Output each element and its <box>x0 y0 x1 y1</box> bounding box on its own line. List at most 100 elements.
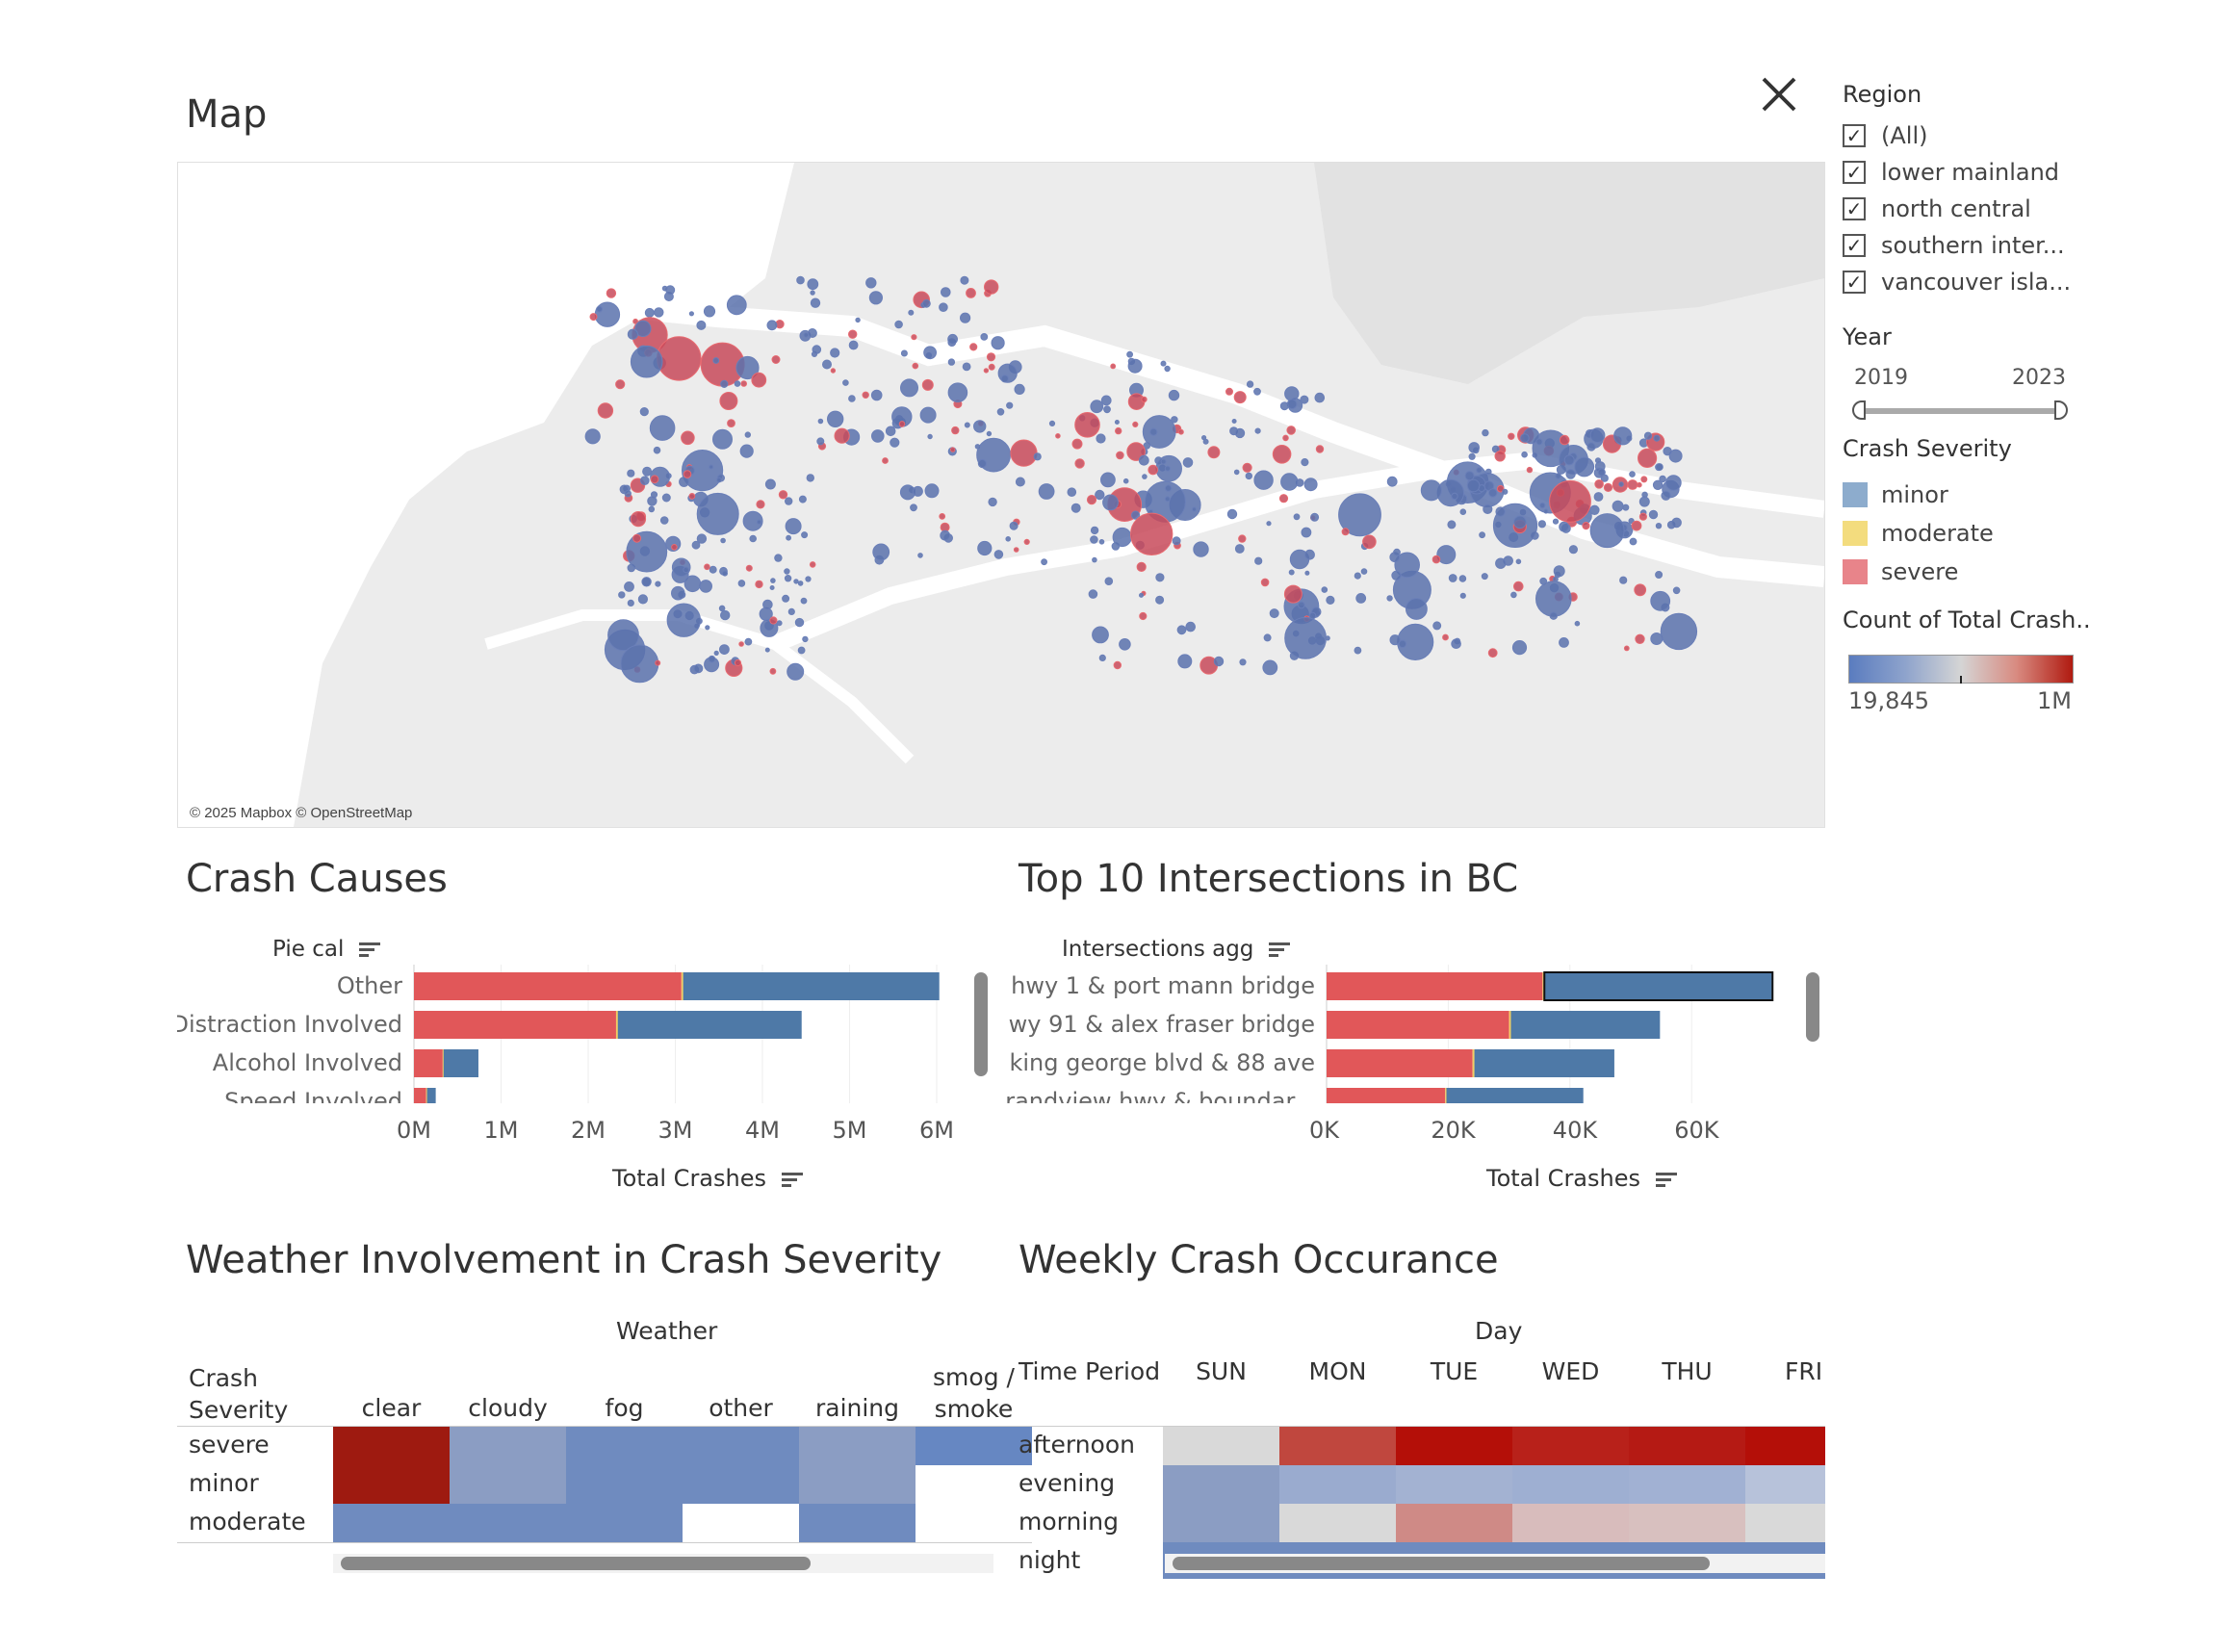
column-label[interactable]: other <box>683 1394 799 1422</box>
crash-point[interactable] <box>1164 484 1173 492</box>
crash-point[interactable] <box>769 616 778 625</box>
region-option-lower-mainland[interactable]: ✓ lower mainland <box>1843 154 2189 191</box>
crash-point[interactable] <box>785 518 802 535</box>
crash-point[interactable] <box>771 355 781 364</box>
crash-point[interactable] <box>708 655 716 663</box>
crash-point[interactable] <box>1638 496 1650 507</box>
crash-point[interactable] <box>1253 387 1261 396</box>
crash-point[interactable] <box>1245 472 1253 480</box>
crash-point[interactable] <box>900 378 918 398</box>
crash-point[interactable] <box>966 288 976 298</box>
heatmap-cell[interactable] <box>1745 1504 1825 1542</box>
checkbox-checked-icon[interactable]: ✓ <box>1843 234 1866 257</box>
column-label[interactable]: SUN <box>1163 1357 1279 1385</box>
heatmap-cell[interactable] <box>1163 1465 1279 1504</box>
crash-point[interactable] <box>1671 517 1682 529</box>
crash-point[interactable] <box>1055 433 1061 439</box>
crash-point[interactable] <box>1574 620 1581 627</box>
crash-point[interactable] <box>1304 549 1315 560</box>
crash-point[interactable] <box>862 391 869 400</box>
category-label[interactable]: Alcohol Involved <box>213 1049 402 1076</box>
crash-point[interactable] <box>720 379 729 388</box>
crash-point[interactable] <box>1634 583 1647 597</box>
crash-point[interactable] <box>786 534 791 541</box>
sort-icon[interactable] <box>1268 940 1290 960</box>
crash-point[interactable] <box>1202 438 1209 445</box>
crash-point[interactable] <box>1354 646 1362 655</box>
crash-point[interactable] <box>657 336 702 381</box>
crash-point[interactable] <box>1389 634 1401 646</box>
region-option-all[interactable]: ✓ (All) <box>1843 117 2189 154</box>
heatmap-cell[interactable] <box>566 1504 683 1542</box>
crash-point[interactable] <box>912 485 923 497</box>
crash-point[interactable] <box>1432 621 1442 631</box>
crash-point[interactable] <box>774 554 783 562</box>
crash-point[interactable] <box>770 578 776 583</box>
crash-point[interactable] <box>900 349 908 357</box>
crash-point[interactable] <box>1442 633 1449 641</box>
crash-point[interactable] <box>950 447 956 452</box>
crash-point[interactable] <box>797 646 806 655</box>
crash-point[interactable] <box>776 620 783 627</box>
category-label[interactable]: Speed Involved <box>224 1088 402 1103</box>
crash-point[interactable] <box>644 307 655 318</box>
crash-point[interactable] <box>739 444 754 458</box>
crash-point[interactable] <box>1293 513 1301 521</box>
crash-point[interactable] <box>1284 617 1327 659</box>
severity-legend-item[interactable]: minor <box>1843 476 2189 514</box>
crash-point[interactable] <box>983 368 990 374</box>
crash-point[interactable] <box>722 570 728 577</box>
crash-point[interactable] <box>751 372 767 388</box>
category-label[interactable]: king george blvd & 88 ave <box>1009 1049 1315 1076</box>
crash-point[interactable] <box>1115 426 1122 435</box>
crash-point[interactable] <box>1672 586 1681 595</box>
crash-point[interactable] <box>941 287 951 297</box>
crash-point[interactable] <box>666 603 701 637</box>
crash-point[interactable] <box>1110 363 1117 370</box>
sort-icon[interactable] <box>781 1170 803 1190</box>
crash-point[interactable] <box>816 437 825 446</box>
heatmap-cell[interactable] <box>450 1504 566 1542</box>
crash-point[interactable] <box>642 466 653 477</box>
crash-point[interactable] <box>740 380 748 387</box>
crash-point[interactable] <box>1033 452 1042 461</box>
region-option-north-central[interactable]: ✓ north central <box>1843 191 2189 227</box>
crash-point[interactable] <box>947 333 958 345</box>
crash-point[interactable] <box>648 505 656 513</box>
bar-segment-moderate[interactable] <box>1509 1011 1511 1039</box>
crash-point[interactable] <box>984 279 999 295</box>
bar-segment-minor[interactable] <box>1544 972 1773 1000</box>
crash-point[interactable] <box>817 418 824 425</box>
crash-point[interactable] <box>1612 500 1624 512</box>
crash-point[interactable] <box>1048 420 1056 426</box>
crash-point[interactable] <box>973 420 987 433</box>
heatmap-cell[interactable] <box>1745 1465 1825 1504</box>
crash-point[interactable] <box>1160 360 1167 367</box>
heatmap-cell[interactable] <box>450 1465 566 1504</box>
crash-point[interactable] <box>793 579 799 584</box>
crash-point[interactable] <box>661 493 671 503</box>
crash-point[interactable] <box>1568 545 1579 555</box>
crash-point[interactable] <box>1213 656 1225 667</box>
crash-point[interactable] <box>912 362 919 370</box>
crash-point[interactable] <box>947 382 968 402</box>
crash-point[interactable] <box>1098 654 1106 662</box>
crash-point[interactable] <box>1535 438 1543 446</box>
crash-point[interactable] <box>744 431 751 438</box>
crash-point[interactable] <box>784 568 790 575</box>
crash-point[interactable] <box>606 288 617 298</box>
crash-point[interactable] <box>1160 458 1167 465</box>
crash-point[interactable] <box>738 641 744 647</box>
crash-point[interactable] <box>1015 477 1025 487</box>
crash-point[interactable] <box>1589 427 1606 444</box>
crash-point[interactable] <box>1650 590 1671 611</box>
crash-point[interactable] <box>1341 528 1350 536</box>
heatmap-cell[interactable] <box>1396 1504 1512 1542</box>
crash-point[interactable] <box>1447 520 1457 529</box>
crash-point[interactable] <box>1393 548 1401 556</box>
category-label[interactable]: hwy 91 & alex fraser bridge <box>1007 1011 1315 1038</box>
crash-point[interactable] <box>801 531 809 539</box>
crash-point[interactable] <box>980 333 989 341</box>
crash-point[interactable] <box>1098 539 1105 545</box>
crash-point[interactable] <box>712 357 720 364</box>
